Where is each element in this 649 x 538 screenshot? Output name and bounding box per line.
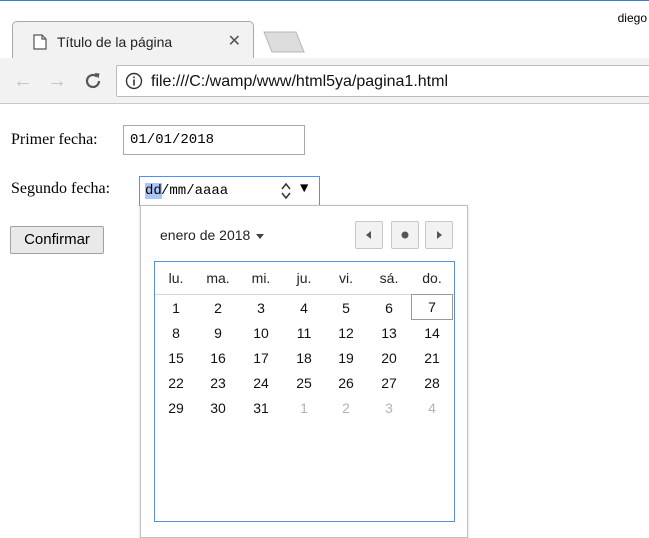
calendar-day[interactable]: 9 [197,321,239,345]
calendar-day[interactable]: 16 [197,346,239,370]
info-icon[interactable] [125,72,143,90]
weekday-header: ma. [206,270,230,286]
calendar-day[interactable]: 23 [197,371,239,395]
browser-toolbar: ← → file:///C:/wamp/www/html5ya/pagina1.… [0,58,649,104]
calendar-day-next-month[interactable]: 1 [283,396,325,420]
calendar-day[interactable]: 12 [325,321,367,345]
month-year-label: enero de 2018 [160,227,251,243]
document-icon [33,34,47,50]
close-icon[interactable]: ✕ [228,31,241,51]
calendar-day-next-month[interactable]: 3 [368,396,410,420]
dot-icon [401,231,409,239]
calendar-day-next-month[interactable]: 2 [325,396,367,420]
first-date-input[interactable]: 01/01/2018 [123,125,305,155]
address-bar[interactable]: file:///C:/wamp/www/html5ya/pagina1.html [116,65,649,97]
calendar-day[interactable]: 22 [155,371,197,395]
calendar-day[interactable]: 11 [283,321,325,345]
chevron-right-icon [437,231,442,239]
calendar-day[interactable]: 13 [368,321,410,345]
calendar-day[interactable]: 14 [411,321,453,345]
calendar-day[interactable]: 10 [240,321,282,345]
calendar-day[interactable]: 17 [240,346,282,370]
calendar-day[interactable]: 29 [155,396,197,420]
calendar-day[interactable]: 2 [197,296,239,320]
calendar-day[interactable]: 6 [368,296,410,320]
weekday-header: ju. [296,270,312,286]
second-date-input[interactable]: dd /mm/aaaa ▼ [139,176,320,206]
browser-tab[interactable]: Título de la página ✕ [12,21,254,59]
date-picker-popup: enero de 2018 lu. ma. mi. ju. vi. sá. do… [140,205,468,538]
dropdown-triangle-icon[interactable]: ▼ [300,181,308,197]
caret-down-icon [256,233,265,239]
weekday-header: do. [422,270,442,286]
calendar-day[interactable]: 20 [368,346,410,370]
reload-icon[interactable] [82,70,104,92]
calendar-day[interactable]: 27 [368,371,410,395]
calendar-day-next-month[interactable]: 4 [411,396,453,420]
forward-arrow-icon[interactable]: → [46,70,68,92]
first-date-value: 01/01/2018 [130,132,215,148]
weekday-header: lu. [168,270,184,286]
url-text: file:///C:/wamp/www/html5ya/pagina1.html [151,73,448,90]
next-month-button[interactable] [425,221,453,249]
new-tab-button[interactable] [262,31,306,53]
day-segment[interactable]: dd [145,183,162,199]
chevron-left-icon [366,231,371,239]
first-date-label: Primer fecha: [11,131,98,148]
weekday-header: vi. [339,270,353,286]
page-content: Primer fecha: 01/01/2018 Segundo fecha: … [0,104,649,538]
calendar-day[interactable]: 24 [240,371,282,395]
weekday-header: sá. [379,270,399,286]
calendar-day[interactable]: 15 [155,346,197,370]
month-year-segments[interactable]: /mm/aaaa [161,183,228,199]
spinner-icon[interactable] [280,180,292,202]
profile-name[interactable]: diego [618,11,647,25]
calendar-day[interactable]: 25 [283,371,325,395]
calendar-day[interactable]: 30 [197,396,239,420]
confirm-button[interactable]: Confirmar [10,226,104,254]
back-arrow-icon[interactable]: ← [12,70,34,92]
calendar-day[interactable]: 1 [155,296,197,320]
browser-titlebar: diego Título de la página ✕ [0,0,649,59]
weekday-header-row: lu. ma. mi. ju. vi. sá. do. [155,262,454,295]
calendar-day[interactable]: 31 [240,396,282,420]
weekday-header: mi. [251,270,271,286]
calendar-grid: lu. ma. mi. ju. vi. sá. do. 1 2 3 4 5 6 … [154,261,455,522]
tab-title: Título de la página [57,34,173,50]
calendar-day[interactable]: 26 [325,371,367,395]
month-year-selector[interactable]: enero de 2018 [160,227,265,243]
calendar-day[interactable]: 21 [411,346,453,370]
today-button[interactable] [391,221,419,249]
second-date-label: Segundo fecha: [11,180,111,197]
previous-month-button[interactable] [355,221,383,249]
calendar-day[interactable]: 5 [325,296,367,320]
calendar-day[interactable]: 28 [411,371,453,395]
calendar-day-today[interactable]: 7 [411,294,453,320]
calendar-day[interactable]: 19 [325,346,367,370]
calendar-day[interactable]: 3 [240,296,282,320]
calendar-day[interactable]: 18 [283,346,325,370]
calendar-day[interactable]: 8 [155,321,197,345]
calendar-day[interactable]: 4 [283,296,325,320]
